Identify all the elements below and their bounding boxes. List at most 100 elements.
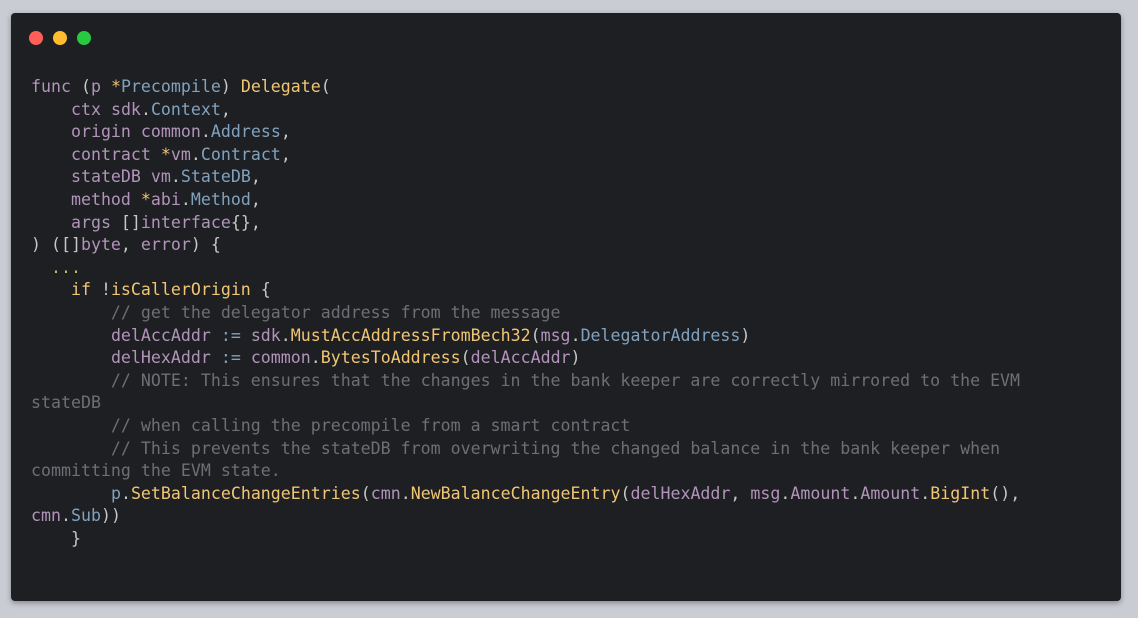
code-token: . (140, 99, 151, 119)
code-token: , (250, 189, 261, 209)
code-token: ctx (70, 99, 101, 119)
code-token: isCallerOrigin (110, 280, 251, 300)
code-line: ) ([]byte, error) { (31, 234, 1111, 257)
code-token: p (90, 77, 101, 96)
code-token: := (210, 348, 251, 368)
code-line: contract *vm.Contract, (31, 144, 1111, 167)
code-token: delAccAddr (470, 348, 571, 368)
code-token: byte (80, 235, 121, 255)
code-token: . (310, 348, 321, 368)
code-token: MustAccAddressFromBech32 (290, 325, 531, 345)
code-token: ) { (190, 235, 221, 255)
code-token: abi (150, 189, 181, 209)
code-token: delHexAddr (110, 348, 211, 368)
code-line: // NOTE: This ensures that the changes i… (31, 370, 1111, 393)
code-token: // get the delegator address from the me… (31, 302, 561, 322)
code-line: committing the EVM state. (31, 460, 1111, 483)
zoom-button[interactable] (77, 31, 91, 45)
code-token: Precompile (120, 77, 221, 96)
code-token: Context (150, 99, 221, 119)
code-token: cmn (370, 483, 401, 503)
code-token: interface (140, 212, 231, 232)
code-token: . (170, 167, 181, 187)
code-token: (), (990, 483, 1021, 503)
code-token: error (140, 235, 191, 255)
code-token: sdk (250, 325, 281, 345)
code-token: . (180, 189, 191, 209)
code-token: func (31, 77, 71, 96)
code-token: delAccAddr (110, 325, 211, 345)
code-token: common (250, 348, 311, 368)
code-token: , (730, 483, 751, 503)
code-token: Method (190, 189, 251, 209)
window-controls (29, 31, 91, 45)
code-line: args []interface{}, (31, 212, 1111, 235)
code-token: // This prevents the stateDB from overwr… (31, 438, 1001, 458)
code-token: vm (170, 144, 191, 164)
code-token: , (220, 99, 231, 119)
code-token: Address (210, 122, 281, 142)
code-line: origin common.Address, (31, 121, 1111, 144)
code-token: Amount (790, 483, 851, 503)
code-token: . (780, 483, 791, 503)
code-line: stateDB (31, 392, 1111, 415)
code-token: msg (540, 325, 571, 345)
code-token: ( (360, 483, 371, 503)
code-token: ) (220, 77, 241, 96)
code-line: delAccAddr := sdk. MustAccAddressFromBech… (31, 325, 1111, 348)
code-token: := (210, 325, 251, 345)
code-token: )) (100, 506, 121, 526)
code-window: func (p *Precompile) Delegate( ctx sdk.C… (11, 13, 1121, 601)
code-token: , (280, 144, 291, 164)
code-token: cmn (31, 506, 61, 526)
code-token: Delegate (240, 77, 321, 96)
code-token: delHexAddr (630, 483, 731, 503)
code-line: } (31, 528, 1111, 551)
code-token: BytesToAddress (320, 348, 461, 368)
code-token: BigInt (930, 483, 991, 503)
code-token: p (110, 483, 121, 503)
code-token: ( (620, 483, 631, 503)
code-token: contract (70, 144, 151, 164)
code-token: method (70, 189, 131, 209)
code-token: ( (530, 325, 541, 345)
close-button[interactable] (29, 31, 43, 45)
code-token: DelegatorAddress (580, 325, 741, 345)
code-token: msg (750, 483, 781, 503)
code-token: ) (740, 325, 751, 345)
code-token: ! (90, 280, 111, 300)
code-line: p.SetBalanceChangeEntries(cmn.NewBalance… (31, 483, 1111, 506)
minimize-button[interactable] (53, 31, 67, 45)
code-token: { (250, 280, 271, 300)
code-token: committing the EVM state. (31, 461, 281, 481)
code-token: . (850, 483, 861, 503)
code-line: // when calling the precompile from a sm… (31, 415, 1111, 438)
code-token: * (150, 144, 171, 164)
code-token: ( (460, 348, 471, 368)
code-token: . (920, 483, 931, 503)
code-token: Contract (200, 144, 281, 164)
code-token: . (570, 325, 581, 345)
code-token: stateDB (70, 167, 141, 187)
code-line: ... (31, 257, 1111, 280)
code-token: . (120, 483, 131, 503)
code-token: sdk (110, 99, 141, 119)
code-token: } (31, 528, 81, 548)
code-line: method *abi.Method, (31, 189, 1111, 212)
code-token: NewBalanceChangeEntry (410, 483, 621, 503)
code-token: Amount (860, 483, 921, 503)
code-line: ctx sdk.Context, (31, 99, 1111, 122)
code-token: origin (70, 122, 131, 142)
code-token: ( (320, 77, 331, 96)
